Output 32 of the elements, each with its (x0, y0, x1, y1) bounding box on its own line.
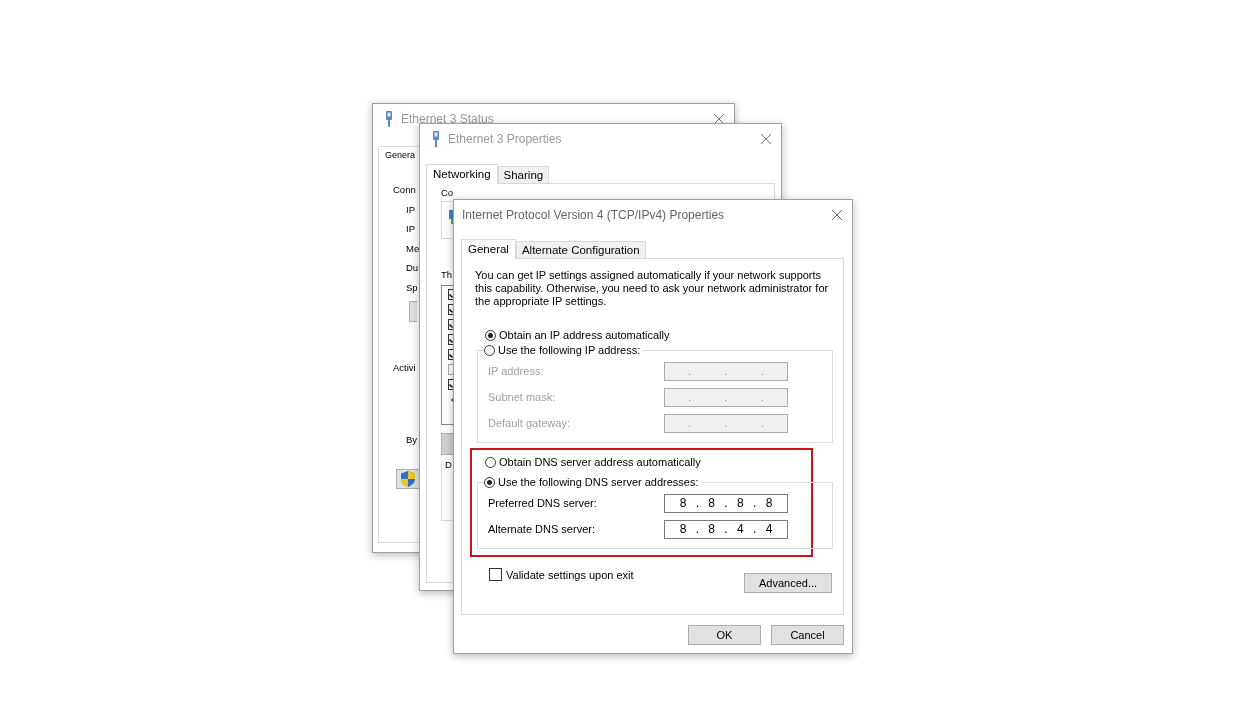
field-label: Alternate DNS server: (488, 523, 595, 535)
tab[interactable]: General (461, 239, 516, 259)
window-title: Ethernet 3 Status (401, 112, 495, 126)
radio-option[interactable]: Use the following DNS server addresses: (484, 476, 699, 488)
field-label: Default gateway: (488, 417, 570, 429)
field-label: Co (441, 187, 454, 199)
ip-address-field[interactable]: 8 . 8 . 8 . 8 (664, 493, 788, 513)
description-text: You can get IP settings assigned automatically if your network supports this capability. Otherwise, you need to ask your network administrator for the appropriate IP settings. (475, 269, 830, 308)
group-label: D (444, 459, 453, 470)
field-label: Th (441, 269, 453, 281)
window-title: Internet Protocol Version 4 (TCP/IPv4) Properties (462, 208, 726, 222)
field-label: Du (406, 262, 419, 274)
section-label: Activi (393, 362, 416, 374)
tab[interactable]: Sharing (497, 166, 550, 183)
field-label: Preferred DNS server: (488, 497, 597, 509)
field-label: Subnet mask: (488, 391, 556, 403)
ok-button[interactable]: OK (688, 625, 761, 645)
tab[interactable]: Alternate Configuration (515, 241, 646, 258)
section-label: Conn (393, 184, 416, 196)
tab[interactable]: Networking (426, 164, 498, 184)
field-label: Me (406, 242, 420, 255)
field-label: By (406, 433, 418, 446)
window-title: Ethernet 3 Properties (448, 132, 563, 146)
cancel-button[interactable]: Cancel (771, 625, 844, 645)
field-label: Sp (406, 281, 418, 294)
checkbox-option[interactable]: Validate settings upon exit (489, 568, 634, 581)
field-label: IP (406, 223, 415, 235)
ip-address-field[interactable]: 8 . 8 . 4 . 4 (664, 519, 788, 539)
advanced-button[interactable]: Advanced... (744, 573, 832, 593)
radio-option[interactable]: Use the following IP address: (484, 344, 641, 356)
field-label: IP address: (488, 365, 544, 377)
field-label: IP (406, 203, 415, 216)
